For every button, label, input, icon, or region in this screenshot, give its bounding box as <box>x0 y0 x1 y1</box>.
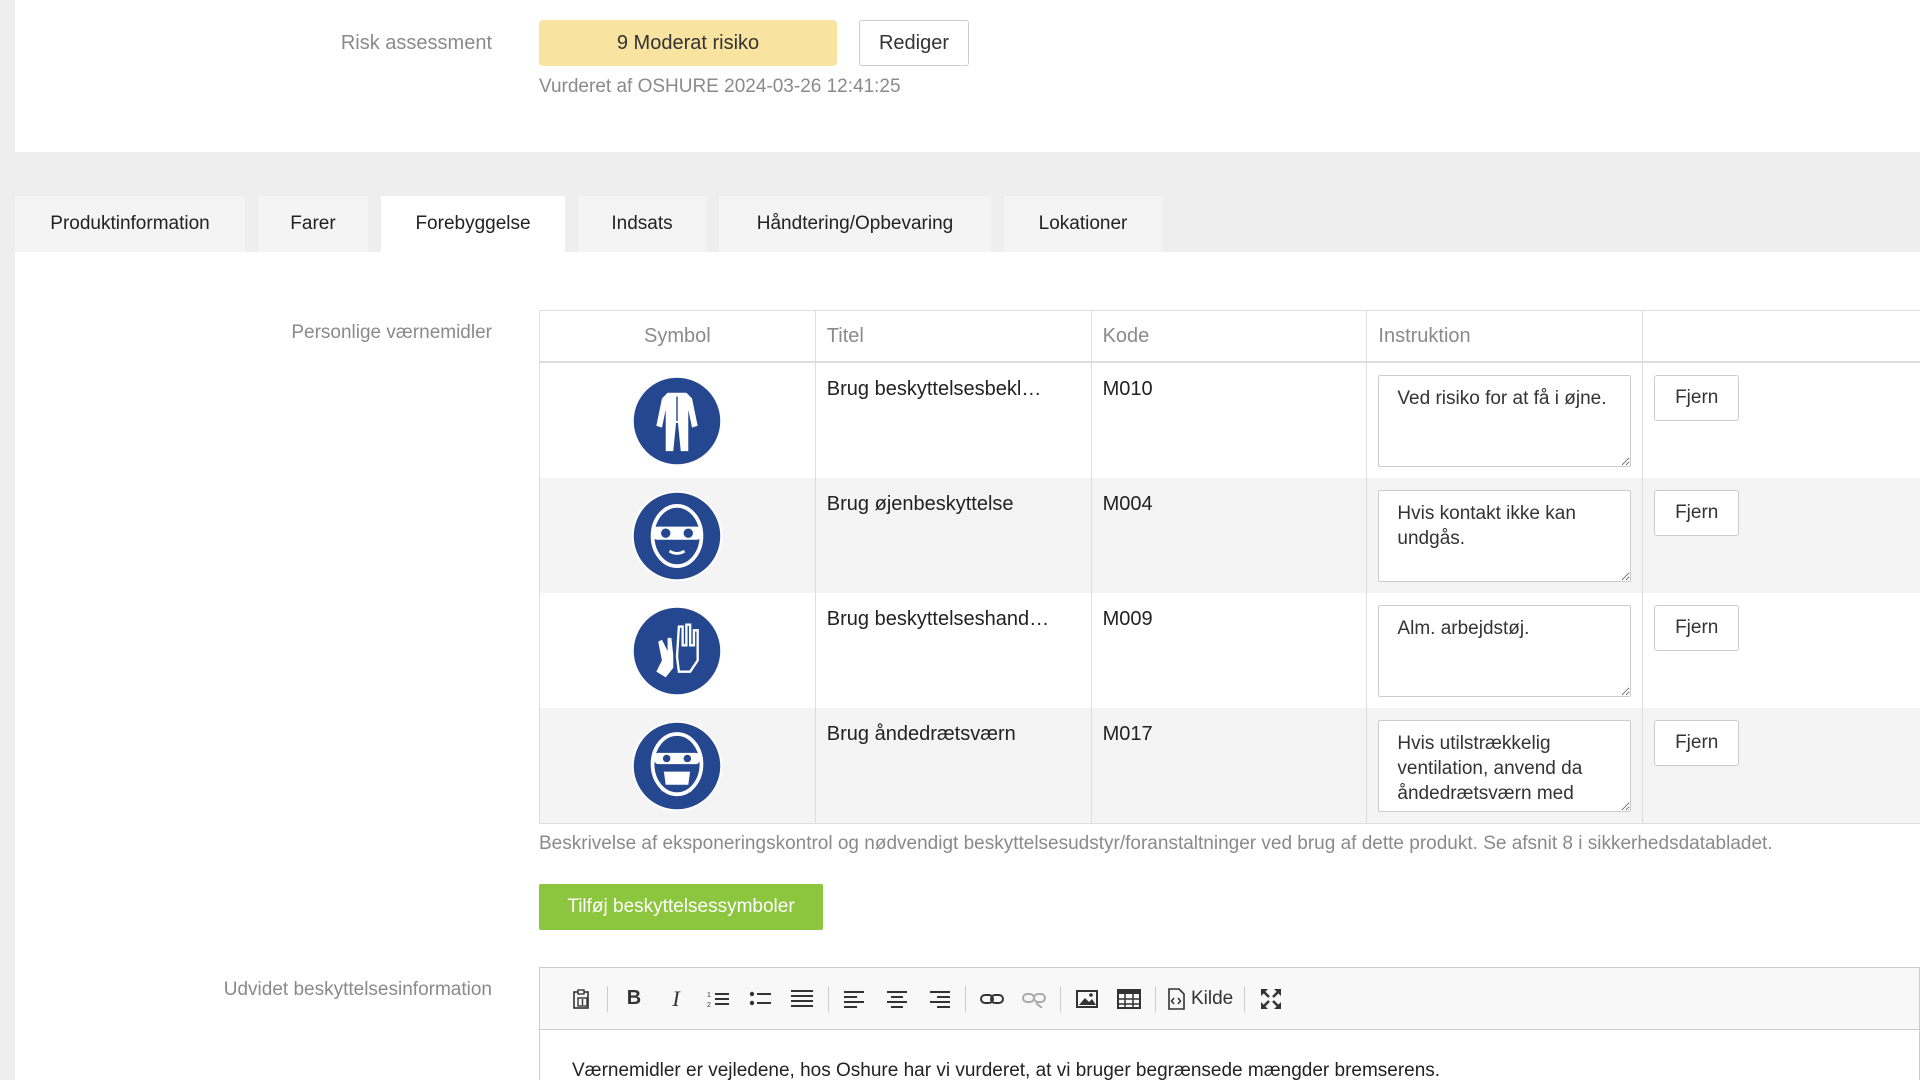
align-center-icon[interactable] <box>880 982 914 1016</box>
align-left-icon[interactable] <box>838 982 872 1016</box>
row-title: Brug beskyttelsesbekl… <box>816 363 1092 478</box>
maximize-icon[interactable] <box>1254 982 1288 1016</box>
remove-button[interactable]: Fjern <box>1654 605 1740 651</box>
bold-icon[interactable]: B <box>617 982 651 1016</box>
paste-icon[interactable] <box>564 982 598 1016</box>
link-icon[interactable] <box>975 982 1009 1016</box>
risk-panel: Risk assessment 9 Moderat risiko Rediger… <box>15 0 1920 152</box>
column-instruction: Instruktion <box>1367 311 1644 361</box>
rich-text-editor: B I 12 Kilde Værnemidler er vejledene, h… <box>539 967 1920 1080</box>
row-code: M017 <box>1092 708 1368 823</box>
toolbar-separator <box>1155 985 1156 1012</box>
assessed-by-text: Vurderet af OSHURE 2024-03-26 12:41:25 <box>539 76 901 97</box>
svg-text:2: 2 <box>707 1002 711 1009</box>
italic-icon[interactable]: I <box>659 982 693 1016</box>
prevention-panel: Personlige værnemidler Symbol Titel Kode… <box>15 252 1920 1080</box>
align-right-icon[interactable] <box>922 982 956 1016</box>
instruction-field[interactable]: Hvis kontakt ikke kan undgås. <box>1378 490 1632 582</box>
remove-button[interactable]: Fjern <box>1654 375 1740 421</box>
table-row: Brug beskyttelsesbekl… M010 Ved risiko f… <box>540 363 1920 478</box>
column-actions <box>1643 311 1920 361</box>
source-button[interactable]: Kilde <box>1165 982 1235 1016</box>
numbered-list-icon[interactable]: 12 <box>701 982 735 1016</box>
row-code: M009 <box>1092 593 1368 708</box>
row-title: Brug åndedrætsværn <box>816 708 1092 823</box>
eye-protection-icon <box>632 490 723 581</box>
ppe-description: Beskrivelse af eksponeringskontrol og nø… <box>539 833 1773 854</box>
tab-forebyggelse[interactable]: Forebyggelse <box>381 196 565 252</box>
remove-button[interactable]: Fjern <box>1654 720 1740 766</box>
tab-indsats[interactable]: Indsats <box>578 196 706 252</box>
tab-produktinformation[interactable]: Produktinformation <box>15 196 245 252</box>
table-icon[interactable] <box>1112 982 1146 1016</box>
unlink-icon[interactable] <box>1017 982 1051 1016</box>
edit-risk-button[interactable]: Rediger <box>859 20 969 66</box>
toolbar-separator <box>828 985 829 1012</box>
gloves-icon <box>632 605 723 696</box>
respirator-icon <box>632 720 723 811</box>
toolbar-separator <box>965 985 966 1012</box>
source-icon <box>1168 987 1185 1010</box>
column-title: Titel <box>816 311 1092 361</box>
row-title: Brug øjenbeskyttelse <box>816 478 1092 593</box>
protective-clothing-icon <box>632 375 723 466</box>
tab-lokationer[interactable]: Lokationer <box>1004 196 1162 252</box>
row-code: M010 <box>1092 363 1368 478</box>
row-code: M004 <box>1092 478 1368 593</box>
table-header: Symbol Titel Kode Instruktion <box>540 311 1920 363</box>
ppe-label: Personlige værnemidler <box>291 322 492 343</box>
tab-farer[interactable]: Farer <box>258 196 368 252</box>
add-protection-symbols-button[interactable]: Tilføj beskyttelsessymboler <box>539 884 823 930</box>
table-row: Brug åndedrætsværn M017 Hvis utilstrække… <box>540 708 1920 823</box>
table-row: Brug øjenbeskyttelse M004 Hvis kontakt i… <box>540 478 1920 593</box>
risk-badge: 9 Moderat risiko <box>539 20 837 66</box>
risk-assessment-label: Risk assessment <box>340 32 492 54</box>
instruction-field[interactable]: Alm. arbejdstøj. <box>1378 605 1632 697</box>
column-code: Kode <box>1092 311 1368 361</box>
editor-toolbar: B I 12 Kilde <box>540 968 1919 1030</box>
justify-icon[interactable] <box>785 982 819 1016</box>
editor-content[interactable]: Værnemidler er vejledene, hos Oshure har… <box>540 1030 1919 1080</box>
remove-button[interactable]: Fjern <box>1654 490 1740 536</box>
instruction-field[interactable]: Ved risiko for at få i øjne. <box>1378 375 1632 467</box>
table-row: Brug beskyttelseshand… M009 Alm. arbejds… <box>540 593 1920 708</box>
toolbar-separator <box>1244 985 1246 1012</box>
toolbar-separator <box>607 985 608 1012</box>
toolbar-separator <box>1060 985 1061 1012</box>
column-symbol: Symbol <box>540 311 816 361</box>
tab-handtering-opbevaring[interactable]: Håndtering/Opbevaring <box>719 196 991 252</box>
instruction-field[interactable]: Hvis utilstrækkelig ventilation, anvend … <box>1378 720 1632 812</box>
page: Risk assessment 9 Moderat risiko Rediger… <box>0 0 1920 1080</box>
extended-info-label: Udvidet beskyttelsesinformation <box>223 979 492 1000</box>
image-icon[interactable] <box>1070 982 1104 1016</box>
source-label: Kilde <box>1191 987 1234 1009</box>
ppe-table: Symbol Titel Kode Instruktion Brug besky… <box>539 310 1920 824</box>
tab-bar: Produktinformation Farer Forebyggelse In… <box>15 196 1162 252</box>
bullet-list-icon[interactable] <box>743 982 777 1016</box>
svg-text:1: 1 <box>707 992 711 999</box>
row-title: Brug beskyttelseshand… <box>816 593 1092 708</box>
